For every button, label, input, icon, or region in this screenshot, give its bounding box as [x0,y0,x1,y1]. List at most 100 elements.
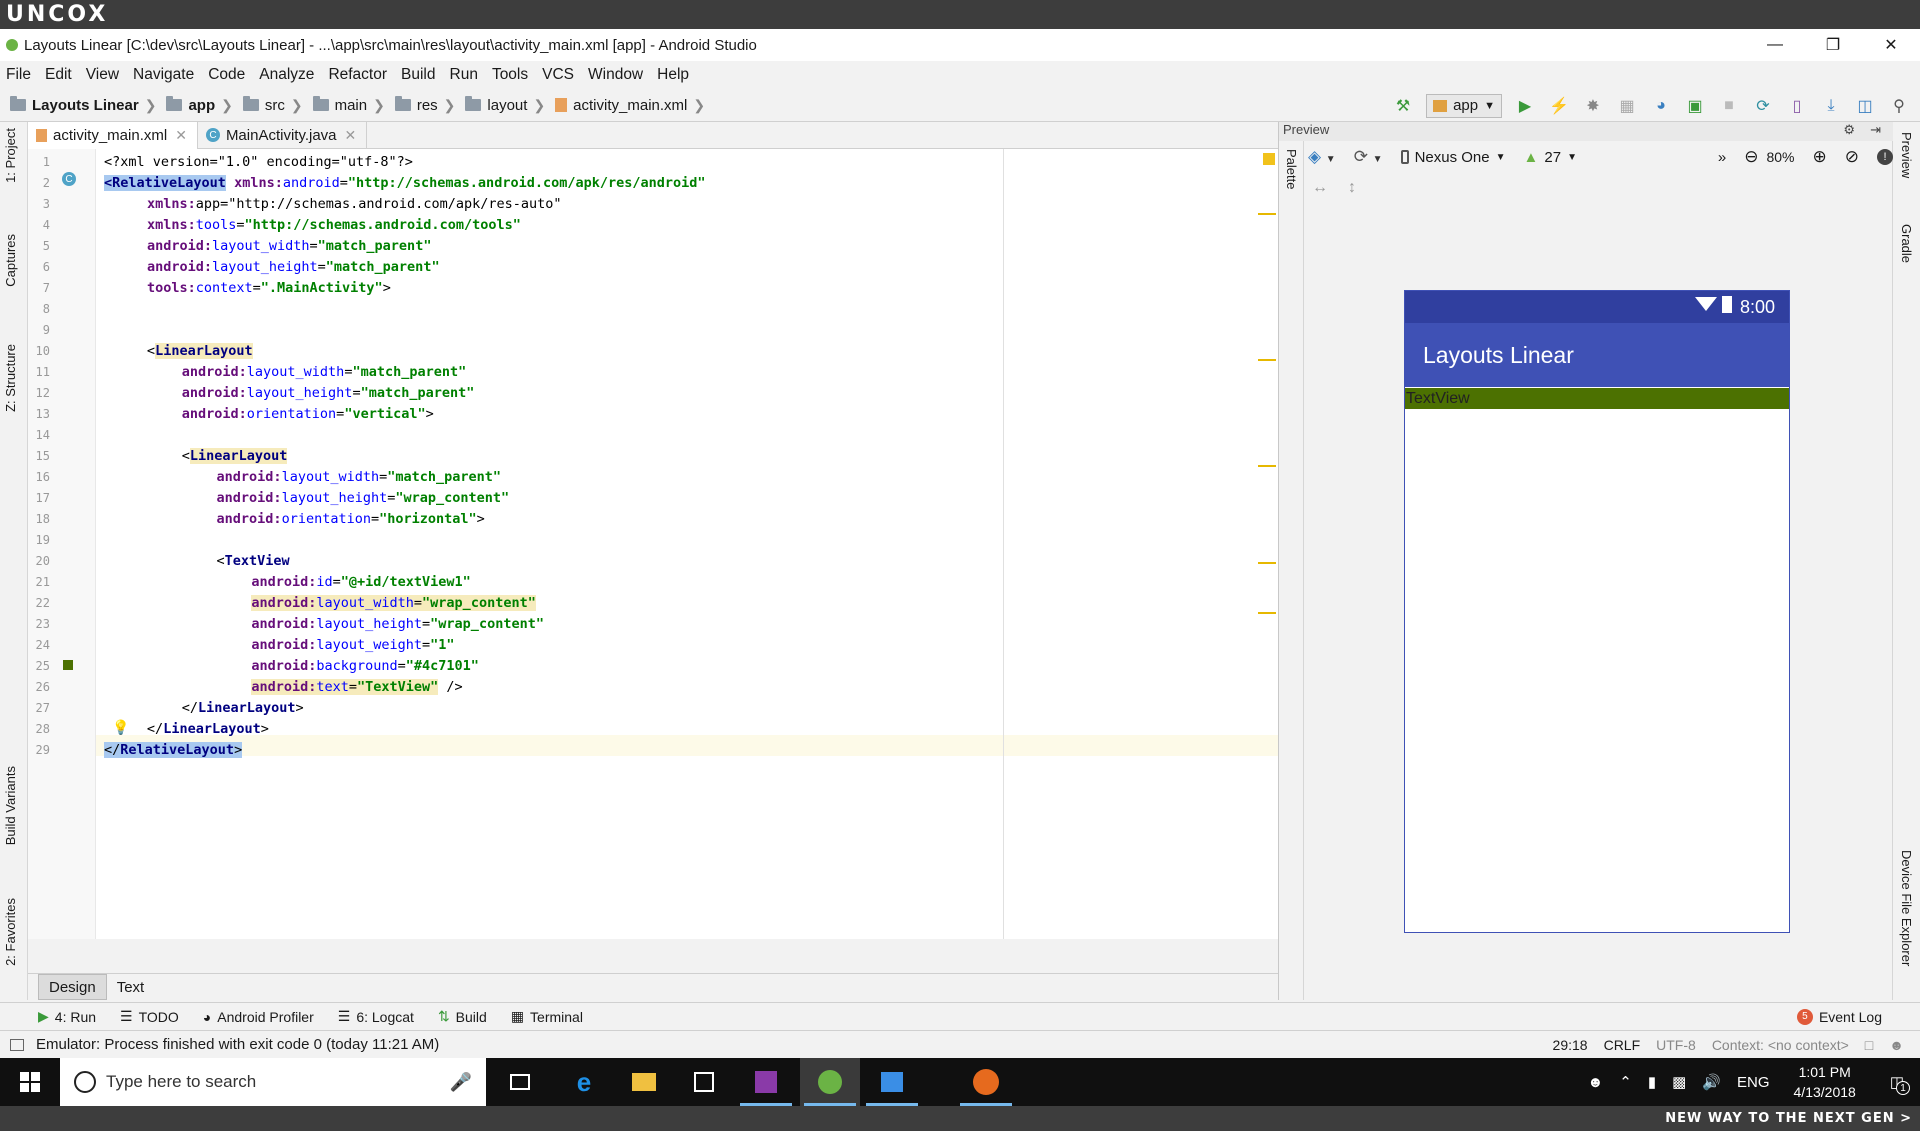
taskbar-search-input[interactable]: Type here to search 🎤 [60,1058,486,1106]
code-line[interactable]: <TextView [104,551,290,572]
tab-build-variants[interactable]: Build Variants [3,766,18,845]
tool-todo[interactable]: ☰ TODO [120,1008,179,1025]
tab-palette[interactable]: Palette [1284,149,1299,189]
task-view-icon[interactable] [490,1058,550,1106]
warning-mark[interactable] [1258,213,1276,215]
make-project-icon[interactable]: ⚒ [1392,95,1414,117]
tab-text[interactable]: Text [107,974,155,1000]
menu-file[interactable]: File [6,66,31,84]
language-indicator[interactable]: ENG [1737,1074,1770,1091]
menu-run[interactable]: Run [450,66,478,84]
warning-mark[interactable] [1258,359,1276,361]
profile-icon[interactable]: ▦ [1616,95,1638,117]
code-line[interactable]: android:layout_height="match_parent" [104,257,440,278]
code-editor[interactable]: 1 2 3 4 5 6 7 8 9 10 11 12 13 14 15 16 17 18 19 20 21 22 23 24 2… [28,149,1278,939]
tab-favorites[interactable]: 2: Favorites [3,898,18,966]
code-line[interactable]: </RelativeLayout> [104,740,243,761]
gear-icon[interactable]: ⚙ [1843,122,1855,138]
file-explorer-icon[interactable] [614,1058,674,1106]
tab-preview[interactable]: Preview [1899,132,1914,178]
volume-icon[interactable]: 🔊 [1702,1073,1721,1091]
caret-position[interactable]: 29:18 [1553,1037,1588,1053]
clock[interactable]: 1:01 PM 4/13/2018 [1794,1062,1856,1102]
code-line[interactable]: android:layout_weight="1" [104,635,454,656]
crumb-src[interactable]: src ❯ [242,96,309,114]
edge-icon[interactable]: e [554,1058,614,1106]
crumb-res[interactable]: res ❯ [394,96,462,114]
tab-activity-main[interactable]: activity_main.xml ✕ [28,121,198,149]
media-player-icon[interactable] [862,1058,922,1106]
crumb-layout[interactable]: layout ❯ [465,96,551,114]
warning-mark[interactable] [1258,612,1276,614]
status-message[interactable]: Emulator: Process finished with exit cod… [36,1036,439,1053]
warning-mark[interactable] [1258,465,1276,467]
api-level-select[interactable]: ▲ 27 ▼ [1524,149,1577,166]
file-encoding[interactable]: UTF-8 [1656,1037,1696,1053]
zoom-fit-icon[interactable]: ⊘ [1845,147,1859,167]
tool-build[interactable]: ⇅ Build [438,1008,487,1025]
tab-structure[interactable]: Z: Structure [3,344,18,412]
microphone-icon[interactable]: 🎤 [450,1072,472,1093]
tool-terminal[interactable]: ▦ Terminal [511,1008,583,1025]
code-line[interactable]: <LinearLayout [104,341,253,362]
people-icon[interactable]: ☻ [1587,1074,1603,1091]
avd-manager-icon[interactable]: ▯ [1786,95,1808,117]
close-tab-icon[interactable]: ✕ [345,127,357,144]
code-line[interactable]: android:orientation="vertical"> [104,404,434,425]
menu-code[interactable]: Code [208,66,245,84]
run-tests-icon[interactable]: ▣ [1684,95,1706,117]
network-icon[interactable]: ▩ [1672,1073,1686,1091]
menu-build[interactable]: Build [401,66,435,84]
tab-project[interactable]: 1: Project [3,128,18,183]
toggle-tool-windows-icon[interactable] [10,1038,24,1051]
code-line[interactable]: android:layout_height="wrap_content" [104,614,544,635]
attach-debugger-icon[interactable]: ◕ [1650,95,1672,117]
code-line[interactable]: xmlns:app="http://schemas.android.com/ap… [104,194,562,215]
tab-gradle[interactable]: Gradle [1899,224,1914,263]
menu-view[interactable]: View [86,66,119,84]
close-tab-icon[interactable]: ✕ [175,127,187,144]
code-line[interactable]: xmlns:tools="http://schemas.android.com/… [104,215,521,236]
warning-marker-icon[interactable] [1263,153,1275,165]
resize-horizontal-icon[interactable]: ↔ [1312,179,1328,197]
resize-vertical-icon[interactable]: ↕ [1348,179,1356,197]
zoom-out-icon[interactable]: ⊖ [1744,147,1758,167]
textview-preview[interactable]: TextView [1405,388,1789,409]
firefox-icon[interactable] [956,1058,1016,1106]
code-line[interactable]: android:layout_width="match_parent" [104,362,467,383]
menu-edit[interactable]: Edit [45,66,72,84]
crumb-file[interactable]: activity_main.xml ❯ [555,97,711,114]
crumb-app[interactable]: app ❯ [166,96,238,114]
android-studio-taskbar-icon[interactable] [800,1058,860,1106]
code-line[interactable]: <LinearLayout [104,446,288,467]
code-line[interactable]: android:background="#4c7101" [104,656,479,677]
inspector-icon[interactable]: ☻ [1889,1037,1904,1053]
menu-refactor[interactable]: Refactor [328,66,387,84]
action-center-icon[interactable]: ◫1 [1890,1073,1910,1095]
code-line[interactable]: android:layout_width="match_parent" [104,467,502,488]
project-structure-icon[interactable]: ◫ [1854,95,1876,117]
code-line[interactable]: android:id="@+id/textView1" [104,572,470,593]
line-separator[interactable]: CRLF [1604,1037,1641,1053]
code-line[interactable]: </LinearLayout> [104,719,269,740]
device-select[interactable]: Nexus One ▼ [1400,149,1506,166]
code-line[interactable]: android:layout_height="match_parent" [104,383,475,404]
sdk-manager-icon[interactable]: ⤓ [1820,95,1842,117]
tool-logcat[interactable]: ☰ 6: Logcat [338,1008,414,1025]
code-line[interactable]: android:layout_width="wrap_content" [104,593,536,614]
tab-captures[interactable]: Captures [3,234,18,287]
menu-tools[interactable]: Tools [492,66,528,84]
tab-device-file-explorer[interactable]: Device File Explorer [1899,850,1914,966]
crumb-project[interactable]: Layouts Linear ❯ [10,96,162,114]
code-line[interactable]: android:text="TextView" /> [104,677,463,698]
crumb-main[interactable]: main ❯ [312,96,391,114]
winrar-icon[interactable] [736,1058,796,1106]
minimize-button[interactable]: — [1746,29,1804,61]
tool-event-log[interactable]: 5 Event Log [1796,1008,1882,1025]
menu-window[interactable]: Window [588,66,643,84]
zoom-in-icon[interactable]: ⊕ [1813,147,1827,167]
overflow-icon[interactable]: » [1718,149,1726,166]
close-button[interactable]: ✕ [1862,29,1920,61]
stop-icon[interactable]: ■ [1718,95,1740,117]
code-line[interactable]: android:layout_height="wrap_content" [104,488,510,509]
